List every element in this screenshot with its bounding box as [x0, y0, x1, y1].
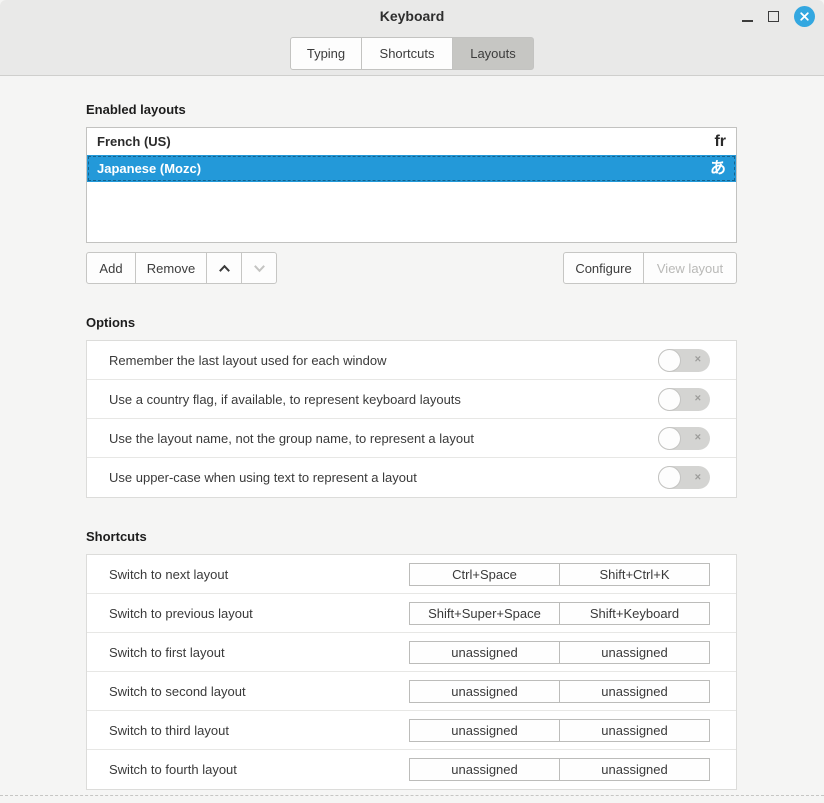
- keybinding-button-secondary[interactable]: unassigned: [559, 680, 710, 703]
- keybinding-group: Ctrl+Space Shift+Ctrl+K: [409, 563, 710, 586]
- toggle-knob: [658, 427, 681, 450]
- layouts-page: Enabled layouts French (US) fr Japanese …: [0, 76, 824, 790]
- tab-group: Typing Shortcuts Layouts: [290, 37, 534, 70]
- options-box: Remember the last layout used for each w…: [86, 340, 737, 498]
- option-label: Use the layout name, not the group name,…: [109, 431, 474, 446]
- layout-list-toolbar: Add Remove Configure View layout: [86, 252, 737, 284]
- configure-button[interactable]: Configure: [563, 252, 644, 284]
- layout-list-item[interactable]: French (US) fr: [87, 128, 736, 155]
- window-header: Keyboard Typing Shortcuts Layouts: [0, 0, 824, 76]
- window-title: Keyboard: [380, 8, 445, 24]
- keybinding-button-secondary[interactable]: unassigned: [559, 719, 710, 742]
- keybinding-button-primary[interactable]: unassigned: [409, 758, 560, 781]
- keybinding-group: unassigned unassigned: [409, 680, 710, 703]
- toggle-off-icon: ×: [695, 394, 701, 405]
- option-label: Use upper-case when using text to repres…: [109, 470, 417, 485]
- window-controls: [742, 0, 815, 32]
- tab-typing[interactable]: Typing: [290, 37, 362, 70]
- layout-list: French (US) fr Japanese (Mozc) あ: [86, 127, 737, 243]
- options-heading: Options: [86, 315, 824, 331]
- toggle-switch[interactable]: ×: [658, 349, 710, 372]
- keybinding-button-primary[interactable]: unassigned: [409, 719, 560, 742]
- shortcut-row: Switch to next layout Ctrl+Space Shift+C…: [87, 555, 736, 594]
- add-layout-button[interactable]: Add: [86, 252, 136, 284]
- shortcut-row: Switch to first layout unassigned unassi…: [87, 633, 736, 672]
- keybinding-button-secondary[interactable]: unassigned: [559, 758, 710, 781]
- maximize-icon: [768, 11, 779, 22]
- view-layout-button[interactable]: View layout: [643, 252, 737, 284]
- shortcuts-box: Switch to next layout Ctrl+Space Shift+C…: [86, 554, 737, 790]
- keybinding-button-secondary[interactable]: unassigned: [559, 641, 710, 664]
- toggle-knob: [658, 349, 681, 372]
- minimize-icon: [742, 20, 753, 22]
- option-row: Use upper-case when using text to repres…: [87, 458, 736, 497]
- keyboard-settings-window: Keyboard Typing Shortcuts Layouts: [0, 0, 824, 803]
- option-row: Remember the last layout used for each w…: [87, 341, 736, 380]
- keybinding-group: unassigned unassigned: [409, 719, 710, 742]
- tab-shortcuts[interactable]: Shortcuts: [361, 37, 453, 70]
- option-row: Use a country flag, if available, to rep…: [87, 380, 736, 419]
- shortcuts-section: Shortcuts Switch to next layout Ctrl+Spa…: [86, 529, 824, 790]
- keybinding-button-secondary[interactable]: Shift+Keyboard: [559, 602, 710, 625]
- option-label: Remember the last layout used for each w…: [109, 353, 386, 368]
- shortcut-row: Switch to fourth layout unassigned unass…: [87, 750, 736, 789]
- close-icon: [799, 11, 810, 22]
- shortcut-label: Switch to next layout: [109, 567, 228, 582]
- tab-bar: Typing Shortcuts Layouts: [0, 32, 824, 70]
- shortcut-label: Switch to previous layout: [109, 606, 253, 621]
- minimize-button[interactable]: [742, 10, 753, 22]
- keybinding-button-primary[interactable]: Ctrl+Space: [409, 563, 560, 586]
- layout-list-item[interactable]: Japanese (Mozc) あ: [87, 155, 736, 182]
- options-section: Options Remember the last layout used fo…: [86, 315, 824, 498]
- shortcut-row: Switch to previous layout Shift+Super+Sp…: [87, 594, 736, 633]
- keybinding-group: unassigned unassigned: [409, 758, 710, 781]
- enabled-layouts-section: Enabled layouts French (US) fr Japanese …: [86, 102, 824, 284]
- toggle-off-icon: ×: [695, 472, 701, 483]
- scroll-overshoot-divider: [0, 795, 824, 796]
- toggle-knob: [658, 466, 681, 489]
- layout-name: Japanese (Mozc): [97, 161, 201, 176]
- shortcut-row: Switch to third layout unassigned unassi…: [87, 711, 736, 750]
- keybinding-button-primary[interactable]: unassigned: [409, 680, 560, 703]
- move-layout-down-button[interactable]: [241, 252, 277, 284]
- maximize-button[interactable]: [768, 11, 779, 22]
- shortcut-label: Switch to second layout: [109, 684, 246, 699]
- move-layout-up-button[interactable]: [206, 252, 242, 284]
- enabled-layouts-heading: Enabled layouts: [86, 102, 824, 118]
- titlebar: Keyboard: [0, 0, 824, 32]
- layout-indicator-glyph: あ: [710, 161, 726, 177]
- toggle-off-icon: ×: [695, 355, 701, 366]
- toggle-off-icon: ×: [695, 433, 701, 444]
- shortcut-label: Switch to fourth layout: [109, 762, 237, 777]
- toggle-switch[interactable]: ×: [658, 466, 710, 489]
- chevron-down-icon: [253, 264, 266, 273]
- option-row: Use the layout name, not the group name,…: [87, 419, 736, 458]
- shortcut-label: Switch to first layout: [109, 645, 225, 660]
- keybinding-button-primary[interactable]: Shift+Super+Space: [409, 602, 560, 625]
- toggle-knob: [658, 388, 681, 411]
- toggle-switch[interactable]: ×: [658, 427, 710, 450]
- toolbar-spacer: [277, 252, 563, 284]
- shortcuts-heading: Shortcuts: [86, 529, 824, 545]
- chevron-up-icon: [218, 264, 231, 273]
- keybinding-button-primary[interactable]: unassigned: [409, 641, 560, 664]
- keybinding-group: Shift+Super+Space Shift+Keyboard: [409, 602, 710, 625]
- tab-layouts[interactable]: Layouts: [452, 37, 534, 70]
- shortcut-row: Switch to second layout unassigned unass…: [87, 672, 736, 711]
- keybinding-button-secondary[interactable]: Shift+Ctrl+K: [559, 563, 710, 586]
- shortcut-label: Switch to third layout: [109, 723, 229, 738]
- close-button[interactable]: [794, 6, 815, 27]
- layout-name: French (US): [97, 134, 171, 149]
- remove-layout-button[interactable]: Remove: [135, 252, 207, 284]
- option-label: Use a country flag, if available, to rep…: [109, 392, 461, 407]
- layout-indicator-glyph: fr: [714, 134, 726, 150]
- toggle-switch[interactable]: ×: [658, 388, 710, 411]
- keybinding-group: unassigned unassigned: [409, 641, 710, 664]
